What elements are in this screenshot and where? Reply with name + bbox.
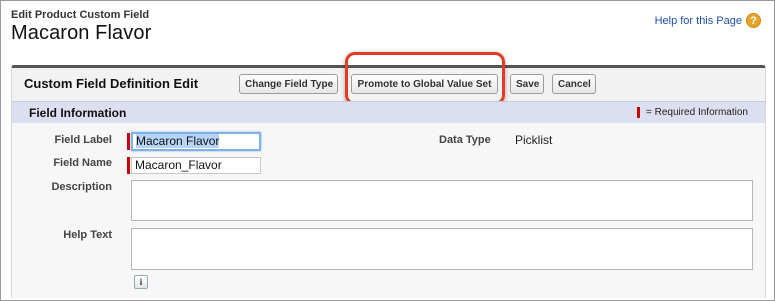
panel-title: Custom Field Definition Edit xyxy=(24,76,199,91)
custom-field-edit-panel: Custom Field Definition Edit Change Fiel… xyxy=(11,52,766,298)
form-body: Field Label Macaron Flavor Field Name Ma… xyxy=(12,123,765,298)
page-header: Edit Product Custom Field Macaron Flavor xyxy=(11,9,151,45)
question-icon[interactable]: ? xyxy=(746,13,761,28)
change-field-type-button[interactable]: Change Field Type xyxy=(239,74,338,94)
data-type-label: Data Type xyxy=(439,134,491,146)
required-legend: = Required Information xyxy=(636,107,748,118)
cancel-button[interactable]: Cancel xyxy=(552,74,596,94)
help-link[interactable]: Help for this Page ? xyxy=(655,13,761,28)
required-indicator xyxy=(127,157,130,174)
description-label: Description xyxy=(51,181,112,193)
save-button[interactable]: Save xyxy=(510,74,544,94)
help-text-label: Help Text xyxy=(63,229,112,241)
required-indicator xyxy=(127,133,130,150)
description-textarea[interactable] xyxy=(131,180,753,221)
section-bar: Field Information = Required Information xyxy=(12,101,765,123)
help-text-textarea[interactable] xyxy=(131,228,753,270)
breadcrumb: Edit Product Custom Field xyxy=(11,9,150,21)
panel-header: Custom Field Definition Edit Change Fiel… xyxy=(12,52,765,105)
required-marker xyxy=(636,107,640,118)
required-legend-text: = Required Information xyxy=(645,107,748,118)
field-label-label: Field Label xyxy=(54,134,112,146)
promote-to-global-value-set-button[interactable]: Promote to Global Value Set xyxy=(351,74,498,94)
data-type-value: Picklist xyxy=(515,133,553,147)
field-name-input[interactable]: Macaron_Flavor xyxy=(131,157,261,174)
field-name-label: Field Name xyxy=(53,157,112,169)
section-title: Field Information xyxy=(29,106,127,120)
help-link-label[interactable]: Help for this Page xyxy=(655,15,742,27)
info-icon[interactable]: i xyxy=(134,275,148,289)
field-label-input[interactable]: Macaron Flavor xyxy=(131,132,261,151)
page-title: Macaron Flavor xyxy=(11,22,152,44)
field-label-value: Macaron Flavor xyxy=(136,134,220,148)
